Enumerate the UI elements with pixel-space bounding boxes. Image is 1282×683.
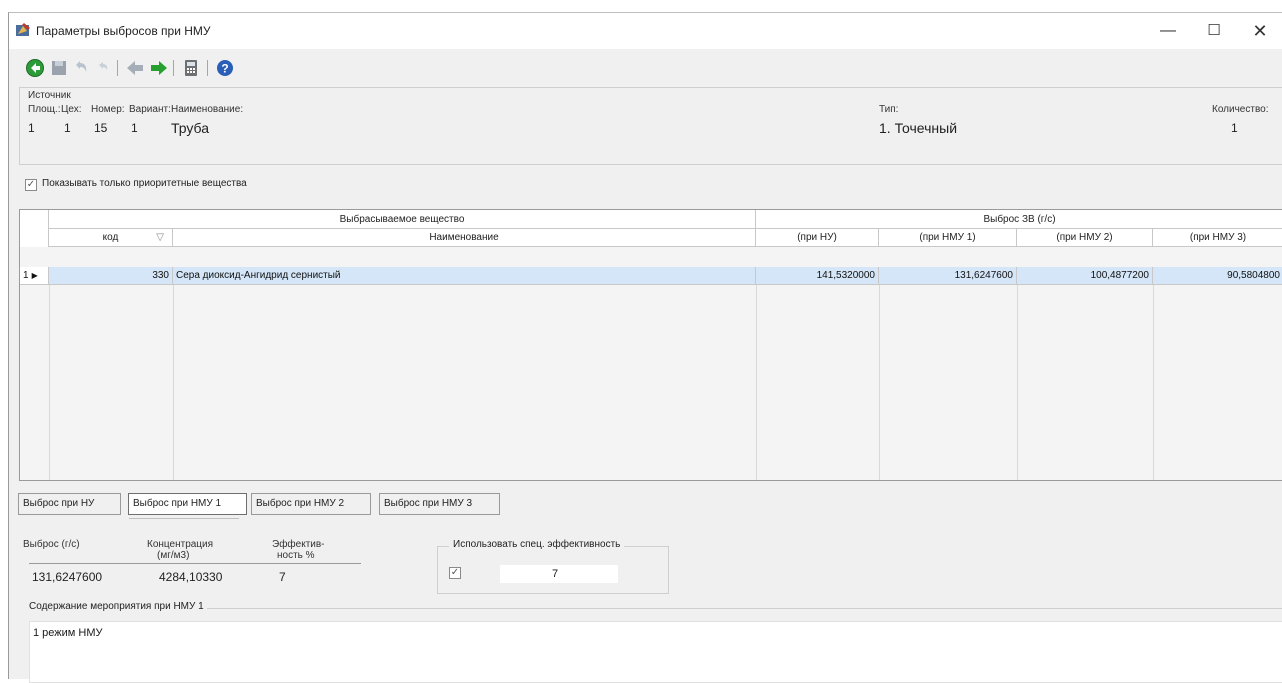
current-row-icon: ▶ <box>31 271 38 280</box>
cell-nu[interactable]: 141,5320000 <box>756 267 879 285</box>
filter-icon[interactable]: ▽ <box>156 229 164 247</box>
source-panel: Источник Площ.: Цех: Номер: Вариант: Наи… <box>19 87 1282 165</box>
cell-nmu2[interactable]: 100,4877200 <box>1017 267 1153 285</box>
help-icon[interactable]: ? <box>215 58 235 78</box>
maximize-button[interactable]: ☐ <box>1191 13 1237 49</box>
measures-textarea[interactable]: 1 режим НМУ <box>29 621 1282 683</box>
active-tab-underline <box>129 518 239 519</box>
minimize-button[interactable]: — <box>1145 13 1191 49</box>
details-divider <box>29 563 361 564</box>
column-header-nu[interactable]: (при НУ) <box>756 229 879 247</box>
tab-emission-nmu2[interactable]: Выброс при НМУ 2 <box>251 493 371 515</box>
special-efficiency-checkbox[interactable]: ✓ <box>449 567 461 579</box>
grid-line <box>1017 285 1018 480</box>
priority-filter-label: Показывать только приоритетные вещества <box>42 178 247 189</box>
efficiency-unit-label: ность % <box>277 550 315 561</box>
priority-filter-checkbox[interactable]: ✓ <box>25 179 37 191</box>
name-label: Наименование: <box>171 104 244 115</box>
source-type-value: 1. Точечный <box>879 120 958 136</box>
go-icon[interactable] <box>25 58 45 78</box>
cell-nmu3[interactable]: 90,5804800 <box>1153 267 1282 285</box>
toolbar-separator <box>117 60 118 76</box>
concentration-value: 4284,10330 <box>159 570 223 584</box>
tab-emission-nmu3[interactable]: Выброс при НМУ 3 <box>379 493 500 515</box>
concentration-label: Концентрация <box>147 539 214 550</box>
efficiency-label: Эффектив- <box>272 539 325 550</box>
emission-label: Выброс (г/с) <box>23 539 80 550</box>
undo-icon[interactable] <box>71 58 91 78</box>
count-label: Количество: <box>1212 104 1269 115</box>
window-title: Параметры выбросов при НМУ <box>36 24 211 38</box>
special-efficiency-input[interactable]: 7 <box>500 565 618 583</box>
substances-grid[interactable]: Выбрасываемое вещество Выброс ЗВ (г/с) к… <box>19 209 1282 481</box>
number-label: Номер: <box>91 104 125 115</box>
grid-spacer <box>20 247 1282 267</box>
cell-code[interactable]: 330 <box>49 267 173 285</box>
toolbar-separator <box>173 60 174 76</box>
measures-label: Содержание мероприятия при НМУ 1 <box>29 601 207 612</box>
special-efficiency-title: Использовать спец. эффективность <box>449 539 625 550</box>
cell-name[interactable]: Сера диоксид-Ангидрид сернистый <box>173 267 756 285</box>
title-bar: Параметры выбросов при НМУ — ☐ ✕ <box>9 13 1282 49</box>
workshop-value: 1 <box>64 121 71 135</box>
close-button[interactable]: ✕ <box>1237 13 1282 49</box>
measures-group-line <box>29 608 1282 609</box>
grid-line <box>879 285 880 480</box>
column-header-name[interactable]: Наименование <box>173 229 756 247</box>
svg-text:?: ? <box>221 62 228 76</box>
toolbar: ? <box>9 49 1282 85</box>
arrow-left-icon[interactable] <box>125 58 145 78</box>
arrow-right-icon[interactable] <box>149 58 169 78</box>
column-header-nmu1[interactable]: (при НМУ 1) <box>879 229 1017 247</box>
grid-line <box>1153 285 1154 480</box>
calculator-icon[interactable] <box>181 58 201 78</box>
nmu-emissions-window: Параметры выбросов при НМУ — ☐ ✕ ? Источ… <box>8 12 1282 683</box>
app-icon <box>16 23 30 36</box>
emission-group-header: Выброс ЗВ (г/с) <box>756 210 1282 229</box>
substance-group-header: Выбрасываемое вещество <box>49 210 756 229</box>
tab-emission-nu[interactable]: Выброс при НУ <box>18 493 121 515</box>
toolbar-separator <box>207 60 208 76</box>
variant-label: Вариант: <box>129 104 171 115</box>
column-header-nmu3[interactable]: (при НМУ 3) <box>1153 229 1282 247</box>
grid-line <box>756 285 757 480</box>
variant-value: 1 <box>131 121 138 135</box>
source-group-label: Источник <box>28 90 71 101</box>
cell-nmu1[interactable]: 131,6247600 <box>879 267 1017 285</box>
efficiency-value: 7 <box>279 570 286 584</box>
row-indicator[interactable]: 1 ▶ <box>20 267 49 285</box>
grid-line <box>173 285 174 480</box>
column-header-code[interactable]: код ▽ <box>49 229 173 247</box>
count-value: 1 <box>1231 121 1238 135</box>
source-name-value: Труба <box>171 120 210 136</box>
column-header-code-label: код <box>102 232 119 243</box>
row-index: 1 <box>23 270 29 281</box>
area-label: Площ.: <box>28 104 61 115</box>
tab-emission-nmu1[interactable]: Выброс при НМУ 1 <box>128 493 247 515</box>
type-label: Тип: <box>879 104 899 115</box>
area-value: 1 <box>28 121 35 135</box>
workshop-label: Цех: <box>61 104 82 115</box>
redo-icon[interactable] <box>93 58 113 78</box>
emission-value: 131,6247600 <box>32 570 103 584</box>
grid-line <box>49 285 50 480</box>
column-header-nmu2[interactable]: (при НМУ 2) <box>1017 229 1153 247</box>
concentration-unit-label: (мг/м3) <box>157 550 190 561</box>
save-icon[interactable] <box>49 58 69 78</box>
number-value: 15 <box>94 121 108 135</box>
